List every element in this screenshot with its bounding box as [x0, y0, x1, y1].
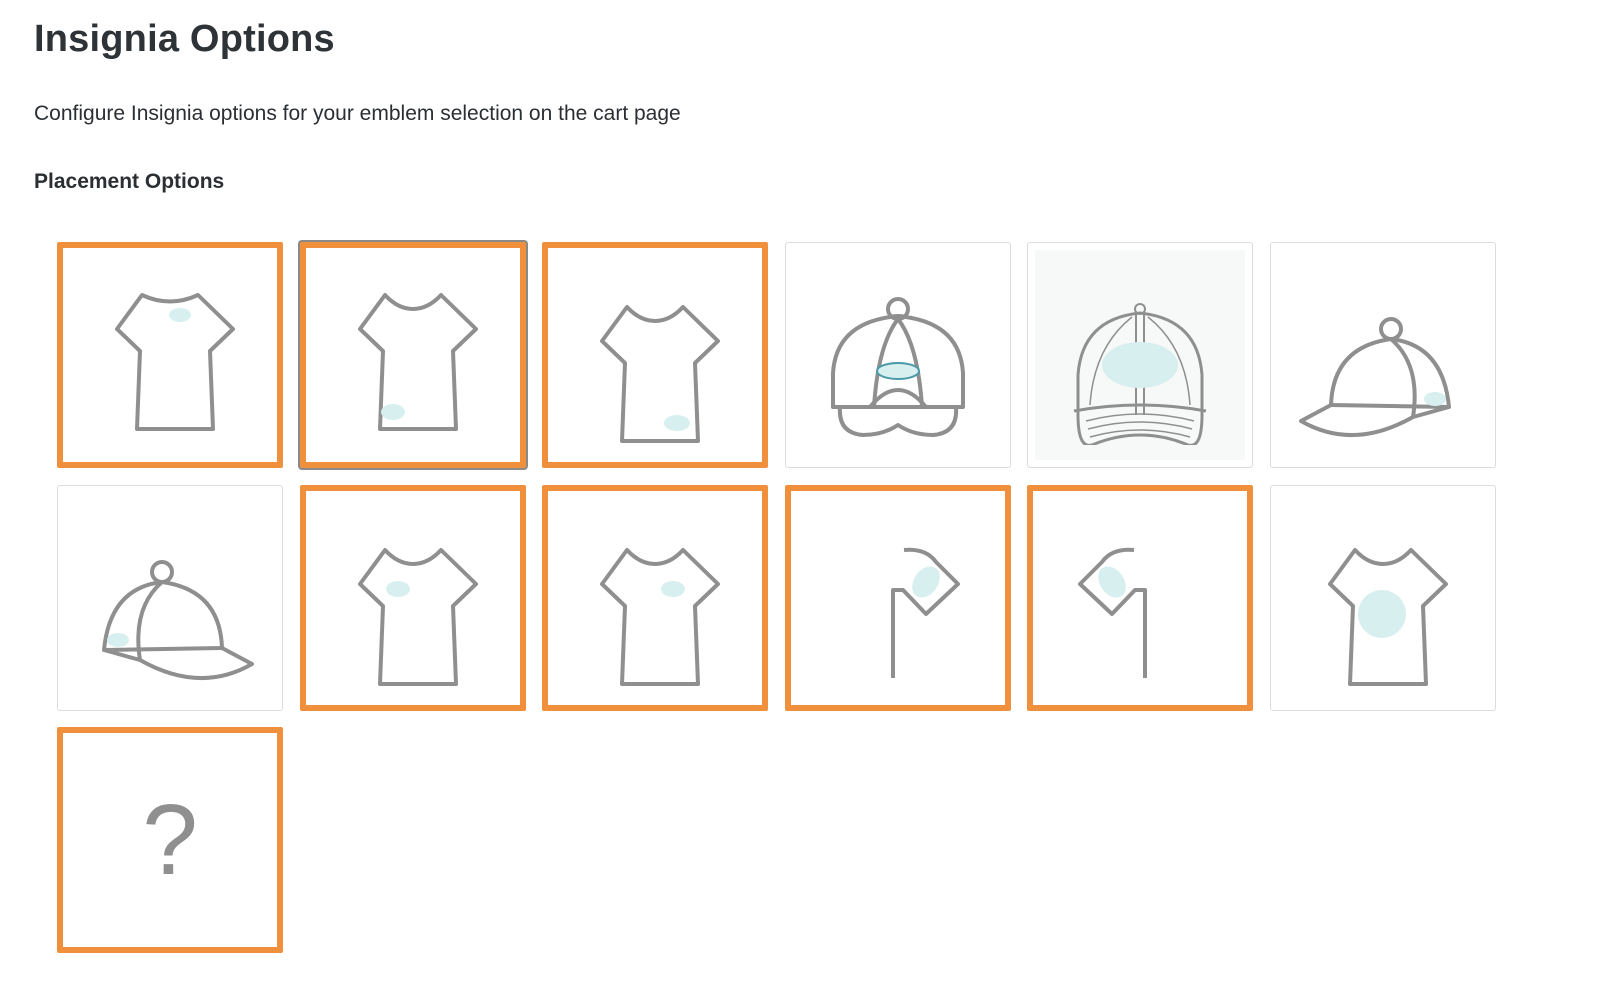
sleeve-right-icon — [890, 547, 960, 678]
tshirt-left-chest-icon — [357, 547, 478, 686]
cap-left-side-icon — [102, 559, 254, 680]
question-mark-icon: ? — [142, 784, 198, 896]
tshirt-right-chest-icon — [600, 547, 720, 686]
tshirt-center-chest-icon — [115, 293, 235, 431]
placement-option-cap-left[interactable] — [57, 484, 283, 711]
placement-option-cap-front[interactable] — [1027, 242, 1253, 468]
tshirt-bottom-left-icon — [357, 293, 478, 431]
page-title: Insignia Options — [34, 18, 335, 60]
placement-option-left-sleeve[interactable] — [1027, 484, 1253, 711]
placement-option-bottom-right[interactable] — [542, 242, 768, 468]
tshirt-full-front-icon — [1327, 547, 1448, 686]
sleeve-left-icon — [1078, 547, 1147, 678]
placement-option-right-chest[interactable] — [542, 484, 768, 711]
cap-right-side-icon — [1298, 317, 1451, 437]
cap-back-icon — [830, 297, 965, 437]
placement-option-full-front[interactable] — [1269, 484, 1496, 711]
placement-option-cap-back[interactable] — [784, 242, 1011, 468]
placement-option-bottom-left[interactable] — [299, 242, 526, 468]
tshirt-bottom-right-icon — [600, 305, 720, 443]
placement-option-custom[interactable]: ? — [57, 727, 283, 953]
cap-front-center-icon — [1073, 303, 1207, 445]
page-description: Configure Insignia options for your embl… — [34, 102, 681, 125]
placement-option-left-chest[interactable] — [299, 484, 526, 711]
placement-option-right-sleeve[interactable] — [784, 484, 1011, 711]
placement-option-center-chest[interactable] — [57, 242, 283, 468]
placement-option-cap-right[interactable] — [1269, 242, 1496, 468]
placement-options-grid: ? — [57, 242, 1496, 953]
section-title: Placement Options — [34, 170, 225, 193]
